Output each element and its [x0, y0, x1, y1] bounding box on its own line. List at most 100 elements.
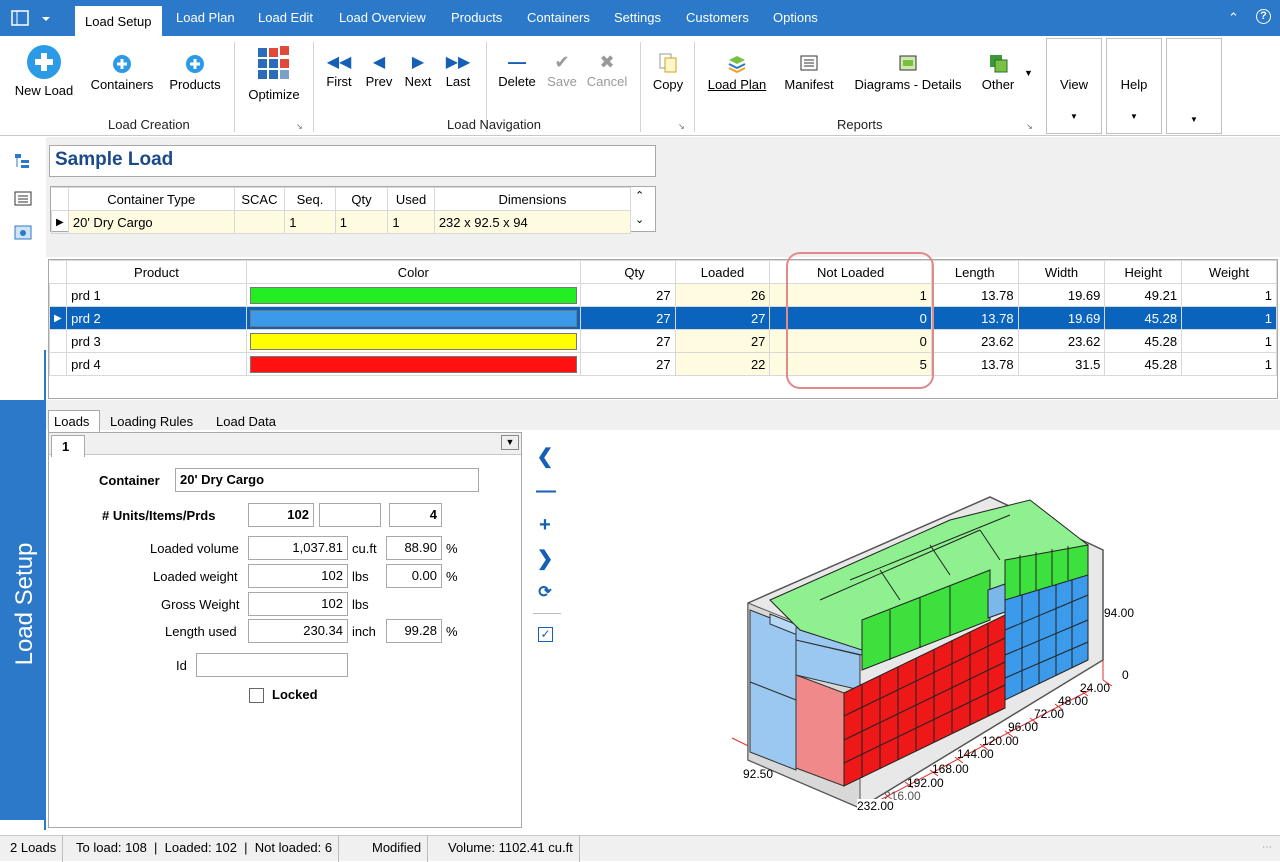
tab-options[interactable]: Options	[773, 10, 818, 25]
prds-field[interactable]: 4	[389, 503, 442, 527]
container-3d-view[interactable]	[568, 432, 1278, 828]
container-row[interactable]: ▶ 20' Dry Cargo 1 1 1 232 x 92.5 x 94	[51, 210, 632, 234]
other-reports-button[interactable]: Other	[976, 52, 1020, 92]
cell-seq[interactable]: 1	[284, 210, 336, 234]
tab-products[interactable]: Products	[451, 10, 502, 25]
scroll-up-icon[interactable]: ⌃	[635, 189, 644, 202]
image-view-icon[interactable]	[13, 224, 33, 242]
rotate-icon[interactable]: ⟳	[536, 584, 554, 602]
containers-button[interactable]: Containers	[86, 54, 158, 92]
product-row[interactable]: prd 3 27 27 0 23.62 23.62 45.28 1	[48, 329, 1277, 353]
cell-length[interactable]: 13.78	[930, 306, 1019, 330]
cell-length[interactable]: 13.78	[930, 352, 1019, 376]
cell-height[interactable]: 45.28	[1104, 306, 1183, 330]
cell-height[interactable]: 49.21	[1104, 283, 1183, 307]
locked-checkbox[interactable]	[249, 688, 264, 703]
copy-button[interactable]: Copy	[648, 52, 688, 92]
col-width[interactable]: Width	[1017, 260, 1106, 284]
cell-height[interactable]: 45.28	[1104, 352, 1183, 376]
cell-qty[interactable]: 27	[579, 329, 676, 353]
dialog-launcher-icon[interactable]: ↘	[296, 122, 303, 131]
col-product[interactable]: Product	[66, 260, 247, 284]
scroll-down-icon[interactable]: ⌄	[635, 213, 644, 226]
dialog-launcher-icon[interactable]: ↘	[1026, 122, 1033, 131]
col-used[interactable]: Used	[387, 187, 435, 211]
collapse-ribbon-icon[interactable]: ⌃	[1228, 10, 1239, 26]
side-panel-label[interactable]: Load Setup	[0, 400, 45, 820]
checklist-icon[interactable]: ✓	[538, 627, 553, 642]
container-field[interactable]: 20' Dry Cargo	[175, 468, 479, 492]
resize-grip-icon[interactable]: ⋯	[1262, 842, 1272, 853]
cell-qty[interactable]: 1	[334, 210, 389, 234]
cell-loaded[interactable]: 27	[674, 306, 771, 330]
zoom-out-icon[interactable]: —	[536, 481, 556, 501]
optimize-button[interactable]: Optimize	[240, 44, 308, 102]
cell-qty[interactable]: 27	[579, 283, 676, 307]
load-plan-report-button[interactable]: Load Plan	[702, 52, 772, 92]
app-menu-button[interactable]	[6, 8, 56, 30]
cell-scac[interactable]	[233, 210, 286, 234]
help-menu-button[interactable]: Help ▼	[1106, 38, 1162, 134]
other-dropdown-icon[interactable]: ▼	[1024, 68, 1033, 78]
chevron-left-icon[interactable]: ❮	[536, 447, 554, 467]
save-button[interactable]: ✔ Save	[544, 52, 580, 89]
tab-settings[interactable]: Settings	[614, 10, 661, 25]
prev-button[interactable]: ◀ Prev	[362, 52, 396, 89]
load-name-field[interactable]: Sample Load	[49, 145, 656, 177]
cell-color[interactable]	[245, 352, 581, 376]
cell-weight[interactable]: 1	[1181, 283, 1277, 307]
cell-width[interactable]: 31.5	[1017, 352, 1106, 376]
col-qty[interactable]: Qty	[579, 260, 676, 284]
tab-load-overview[interactable]: Load Overview	[339, 10, 426, 25]
cell-color[interactable]	[245, 283, 581, 307]
cell-qty[interactable]: 27	[579, 352, 676, 376]
col-height[interactable]: Height	[1104, 260, 1183, 284]
cell-product[interactable]: prd 3	[66, 329, 247, 353]
cell-weight[interactable]: 1	[1181, 306, 1277, 330]
id-field[interactable]	[196, 653, 348, 677]
col-scac[interactable]: SCAC	[233, 187, 286, 211]
next-button[interactable]: ▶ Next	[401, 52, 435, 89]
cell-width[interactable]: 19.69	[1017, 283, 1106, 307]
product-row[interactable]: ▶ prd 2 27 27 0 13.78 19.69 45.28 1	[48, 306, 1277, 330]
zoom-in-icon[interactable]: +	[536, 515, 554, 535]
cell-loaded[interactable]: 26	[674, 283, 771, 307]
tab-load-plan[interactable]: Load Plan	[176, 10, 235, 25]
first-button[interactable]: ◀◀ First	[322, 52, 356, 89]
col-loaded[interactable]: Loaded	[674, 260, 771, 284]
products-button[interactable]: Products	[164, 54, 226, 92]
view-menu-button[interactable]: View ▼	[1046, 38, 1102, 134]
cell-length[interactable]: 13.78	[930, 283, 1019, 307]
new-load-button[interactable]: New Load	[10, 44, 78, 98]
cell-loaded[interactable]: 27	[674, 329, 771, 353]
cell-width[interactable]: 19.69	[1017, 306, 1106, 330]
diagrams-details-button[interactable]: Diagrams - Details	[846, 52, 970, 92]
cancel-button[interactable]: ✖ Cancel	[584, 52, 630, 89]
load-tab-1[interactable]: 1	[51, 435, 85, 457]
cell-weight[interactable]: 1	[1181, 329, 1277, 353]
cell-dimensions[interactable]: 232 x 92.5 x 94	[433, 210, 632, 234]
col-seq[interactable]: Seq.	[284, 187, 336, 211]
tab-loads[interactable]: Loads	[48, 410, 100, 432]
tab-load-edit[interactable]: Load Edit	[258, 10, 313, 25]
col-qty[interactable]: Qty	[334, 187, 389, 211]
product-row[interactable]: prd 4 27 22 5 13.78 31.5 45.28 1	[48, 352, 1277, 376]
cell-container-type[interactable]: 20' Dry Cargo	[67, 210, 235, 234]
load-tab-dropdown-icon[interactable]: ▼	[501, 435, 519, 450]
cell-weight[interactable]: 1	[1181, 352, 1277, 376]
tab-containers[interactable]: Containers	[527, 10, 590, 25]
dialog-launcher-icon[interactable]: ↘	[678, 122, 685, 131]
tab-load-data[interactable]: Load Data	[210, 412, 282, 431]
col-color[interactable]: Color	[245, 260, 581, 284]
cell-length[interactable]: 23.62	[930, 329, 1019, 353]
units-field[interactable]: 102	[248, 503, 314, 527]
cell-color[interactable]	[245, 306, 581, 330]
list-view-icon[interactable]	[13, 190, 33, 208]
col-weight[interactable]: Weight	[1181, 260, 1277, 284]
cell-used[interactable]: 1	[387, 210, 435, 234]
tree-view-icon[interactable]	[13, 152, 33, 170]
cell-product[interactable]: prd 1	[66, 283, 247, 307]
cell-qty[interactable]: 27	[579, 306, 676, 330]
manifest-button[interactable]: Manifest	[778, 52, 840, 92]
tab-load-setup[interactable]: Load Setup	[75, 6, 162, 36]
